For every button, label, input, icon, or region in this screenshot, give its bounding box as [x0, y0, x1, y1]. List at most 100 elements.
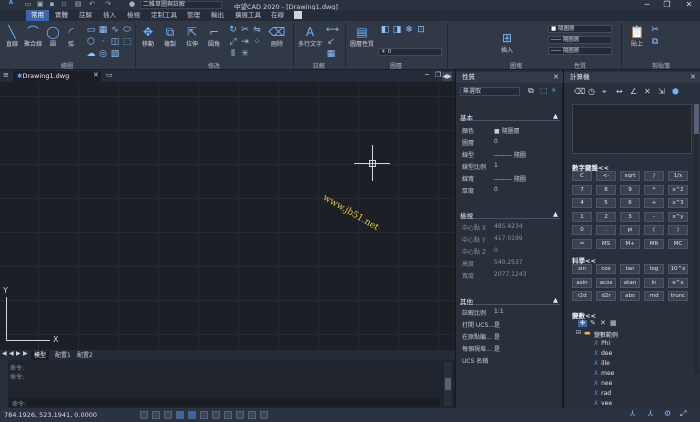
calc-key[interactable]: + [644, 198, 664, 208]
calc-key[interactable]: 1/x [668, 171, 688, 181]
snap-toggle-icon[interactable] [140, 411, 148, 419]
open-folder-icon[interactable]: ▣ [36, 1, 44, 9]
calc-key[interactable]: 10^x [668, 264, 688, 274]
calc-key[interactable]: <- [596, 171, 616, 181]
variable-item[interactable]: Xnee [594, 380, 612, 387]
tab-view[interactable]: 檢視 [122, 10, 145, 21]
arc-button[interactable]: ◜ 弧 [62, 25, 80, 48]
calc-key[interactable]: ln [644, 277, 664, 288]
basic-section-header[interactable]: 基本 ▲ [460, 112, 560, 122]
cut-icon[interactable]: ✂ [650, 25, 660, 35]
tree-collapse-icon[interactable]: ⊟ [576, 330, 581, 336]
next-layout-icon[interactable]: ▶ [16, 351, 21, 357]
dyn-input-toggle-icon[interactable] [212, 411, 220, 419]
property-row[interactable]: 每個視埠... 是 [462, 344, 557, 353]
panel-toggle-icon[interactable]: ◀▶ [442, 72, 452, 81]
calc-key[interactable]: x^y [668, 211, 688, 222]
annotation-visibility-icon[interactable]: ⅄ [648, 410, 653, 418]
tab-manage[interactable]: 管理 [182, 10, 205, 21]
calc-key[interactable]: / [644, 171, 664, 181]
quick-select-icon[interactable]: ⚡ [551, 87, 557, 95]
lineweight-select[interactable]: ─── 隨圖層 [548, 47, 612, 55]
rotate-icon[interactable]: ↻ [228, 25, 238, 35]
tab-layout1[interactable]: 配置1 [52, 351, 74, 360]
doc-menu-icon[interactable]: ≡ [3, 72, 9, 79]
layer-isolate-icon[interactable]: ◨ [392, 25, 402, 35]
calc-key[interactable]: acos [596, 277, 616, 288]
calc-key[interactable]: 4 [572, 198, 592, 208]
color-select[interactable]: ■ 隨圖層 [548, 25, 612, 33]
calc-key[interactable]: tan [620, 264, 640, 274]
revcloud-icon[interactable]: ☁ [86, 49, 96, 59]
tab-layout2[interactable]: 配置2 [74, 351, 96, 360]
calc-key[interactable]: abs [620, 291, 640, 301]
intersection-icon[interactable]: ✕ [644, 88, 651, 96]
paste-button[interactable]: 📋 貼上 [626, 25, 648, 48]
command-scroll-thumb[interactable] [445, 378, 451, 390]
workspace-switch-icon[interactable]: ⚙ [664, 410, 671, 418]
calc-key[interactable]: x^3 [668, 198, 688, 208]
toggle-pickadd-icon[interactable]: ⧉ [528, 87, 534, 95]
property-row[interactable]: 厚度 0 [462, 186, 557, 195]
clear-icon[interactable]: ⌫ [574, 88, 585, 96]
help-icon[interactable]: ⬢ [672, 88, 679, 96]
hatch-icon[interactable]: ▦ [98, 25, 108, 35]
history-icon[interactable]: ◷ [588, 88, 595, 96]
distance-icon[interactable]: ↔ [616, 88, 623, 96]
property-row[interactable]: 線型比例 1 [462, 162, 557, 171]
ellipse-icon[interactable]: ⬭ [122, 25, 132, 35]
calc-key[interactable]: MC [668, 238, 688, 249]
calc-key[interactable]: 9 [620, 184, 640, 195]
linetype-select[interactable]: ─── 隨圖層 [548, 36, 612, 44]
calc-key[interactable]: MS [596, 238, 616, 249]
calc-key[interactable]: 7 [572, 184, 592, 195]
transparency-toggle-icon[interactable] [236, 411, 244, 419]
save-icon[interactable]: ▪ [48, 1, 56, 9]
calc-key[interactable]: sin [572, 264, 592, 274]
tab-customize[interactable]: 定制工具 [146, 10, 182, 21]
calc-key[interactable]: r2d [572, 291, 592, 301]
property-row[interactable]: 線型 ——— 隨圖 [462, 150, 557, 159]
polygon-icon[interactable]: ⬡ [86, 37, 96, 47]
last-layout-icon[interactable]: ▶ [23, 351, 28, 357]
property-row[interactable]: 高度 540.2537 [462, 259, 557, 268]
first-layout-icon[interactable]: ◀ [2, 351, 7, 357]
property-row[interactable]: 中心點 X 485.4234 [462, 223, 557, 232]
polyline-button[interactable]: ⌒ 聚合線 [22, 25, 44, 48]
spline-icon[interactable]: ∿ [110, 25, 120, 35]
app-logo-icon[interactable]: ᴬ [4, 1, 18, 10]
prev-layout-icon[interactable]: ◀ [9, 351, 14, 357]
tab-online[interactable]: 在線 [266, 10, 289, 21]
mtext-button[interactable]: A 多行文字 [296, 25, 324, 48]
tab-output[interactable]: 輸出 [206, 10, 229, 21]
new-file-icon[interactable]: ▭ [24, 1, 32, 9]
scale-icon[interactable]: ⤢ [228, 37, 238, 47]
insert-block-button[interactable]: ⊞ 插入 [496, 31, 518, 54]
delete-variable-icon[interactable]: ✕ [600, 320, 606, 327]
tab-solid[interactable]: 實體 [50, 10, 73, 21]
print-icon[interactable]: ▤ [74, 1, 82, 9]
tab-model[interactable]: 模型 [31, 351, 50, 360]
angle-icon[interactable]: ∠ [630, 88, 637, 96]
property-row[interactable]: 註解比例 1:1 [462, 308, 557, 317]
model-space-icon[interactable] [260, 411, 268, 419]
properties-close-icon[interactable]: ✕ [553, 74, 559, 81]
mirror-icon[interactable]: ⇋ [252, 25, 262, 35]
calc-key[interactable]: e^x [668, 277, 688, 288]
property-row[interactable]: 圖層 0 [462, 138, 557, 147]
property-row[interactable]: 打開 UCS... 是 [462, 320, 557, 329]
calculator-scrollbar[interactable] [694, 104, 699, 374]
array-icon[interactable]: ⁘ [252, 37, 262, 47]
calc-key[interactable]: * [644, 184, 664, 195]
drawing-canvas[interactable]: www.jb51.net Y X [0, 82, 455, 350]
restore-icon[interactable]: ❐ [660, 0, 674, 10]
variable-item[interactable]: Xrad [594, 390, 611, 397]
tab-annotate[interactable]: 註解 [74, 10, 97, 21]
layer-select[interactable]: ☀ 0 [378, 48, 442, 56]
circle-button[interactable]: ◯ 圓 [44, 25, 62, 48]
variable-item[interactable]: X Phi [594, 340, 610, 347]
region-icon[interactable]: ◫ [110, 37, 120, 47]
calc-key[interactable]: 2 [596, 211, 616, 222]
property-row[interactable]: 線寬 ——— 隨圖 [462, 174, 557, 183]
layer-freeze-icon[interactable]: ❄ [404, 25, 414, 35]
